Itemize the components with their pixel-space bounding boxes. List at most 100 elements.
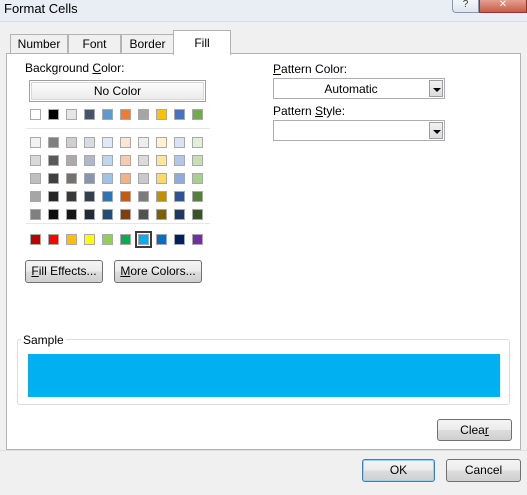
color-swatch[interactable] bbox=[174, 109, 185, 120]
color-swatch[interactable] bbox=[84, 137, 95, 148]
color-swatch[interactable] bbox=[48, 137, 59, 148]
color-swatch[interactable] bbox=[192, 234, 203, 245]
no-color-button[interactable]: No Color bbox=[29, 80, 206, 102]
color-swatch[interactable] bbox=[120, 173, 131, 184]
color-swatch[interactable] bbox=[120, 109, 131, 120]
color-swatch[interactable] bbox=[102, 137, 113, 148]
color-swatch[interactable] bbox=[120, 209, 131, 220]
color-swatch[interactable] bbox=[156, 173, 167, 184]
fill-effects-button[interactable]: Fill Effects... bbox=[25, 260, 103, 283]
clear-button[interactable]: Clear bbox=[437, 419, 512, 441]
chevron-down-icon[interactable] bbox=[429, 122, 443, 139]
color-swatch[interactable] bbox=[156, 137, 167, 148]
color-swatch[interactable] bbox=[66, 209, 77, 220]
color-swatch[interactable] bbox=[84, 173, 95, 184]
color-swatch[interactable] bbox=[66, 155, 77, 166]
color-swatch[interactable] bbox=[66, 191, 77, 202]
color-swatch[interactable] bbox=[120, 191, 131, 202]
color-swatch[interactable] bbox=[156, 191, 167, 202]
color-swatch[interactable] bbox=[48, 209, 59, 220]
color-swatch[interactable] bbox=[84, 191, 95, 202]
color-swatch[interactable] bbox=[30, 173, 41, 184]
color-swatch[interactable] bbox=[66, 173, 77, 184]
footer-divider bbox=[0, 450, 527, 451]
background-color-label: Background Color: bbox=[25, 61, 125, 75]
color-swatch[interactable] bbox=[174, 234, 185, 245]
color-swatch[interactable] bbox=[156, 234, 167, 245]
tab-number-label: Number bbox=[17, 37, 61, 51]
color-swatch[interactable] bbox=[102, 191, 113, 202]
color-swatch[interactable] bbox=[120, 234, 131, 245]
color-swatch[interactable] bbox=[48, 109, 59, 120]
tab-fill-label: Fill bbox=[194, 36, 210, 50]
color-swatch[interactable] bbox=[84, 155, 95, 166]
color-swatch[interactable] bbox=[138, 137, 149, 148]
color-swatch[interactable] bbox=[192, 155, 203, 166]
color-swatch[interactable] bbox=[138, 155, 149, 166]
color-swatch[interactable] bbox=[120, 155, 131, 166]
close-icon: ✕ bbox=[498, 0, 508, 10]
color-swatch[interactable] bbox=[30, 137, 41, 148]
color-swatch[interactable] bbox=[84, 109, 95, 120]
color-swatch[interactable] bbox=[30, 234, 41, 245]
help-button[interactable]: ? bbox=[452, 0, 479, 13]
color-swatch[interactable] bbox=[174, 191, 185, 202]
color-swatch[interactable] bbox=[48, 191, 59, 202]
window-title: Format Cells bbox=[4, 1, 78, 16]
color-swatch[interactable] bbox=[48, 173, 59, 184]
color-swatch[interactable] bbox=[102, 209, 113, 220]
pattern-style-label: Pattern Style: bbox=[273, 104, 346, 118]
palette-separator bbox=[26, 128, 210, 129]
color-swatch[interactable] bbox=[102, 109, 113, 120]
color-swatch[interactable] bbox=[174, 209, 185, 220]
color-swatch[interactable] bbox=[84, 209, 95, 220]
color-swatch[interactable] bbox=[192, 137, 203, 148]
color-swatch[interactable] bbox=[174, 137, 185, 148]
color-swatch[interactable] bbox=[66, 109, 77, 120]
chevron-down-icon[interactable] bbox=[429, 80, 443, 97]
close-button[interactable]: ✕ bbox=[479, 0, 527, 13]
color-swatch[interactable] bbox=[192, 209, 203, 220]
color-swatch[interactable] bbox=[102, 234, 113, 245]
color-swatch[interactable] bbox=[156, 209, 167, 220]
color-swatch[interactable] bbox=[174, 173, 185, 184]
color-swatch[interactable] bbox=[66, 234, 77, 245]
color-swatch[interactable] bbox=[48, 234, 59, 245]
color-swatch[interactable] bbox=[66, 137, 77, 148]
pattern-color-label: Pattern Color: bbox=[273, 62, 348, 76]
color-swatch[interactable] bbox=[48, 155, 59, 166]
palette-separator bbox=[26, 223, 210, 224]
tab-border[interactable]: Border bbox=[121, 34, 174, 54]
no-color-label: No Color bbox=[31, 82, 204, 100]
color-swatch[interactable] bbox=[135, 231, 152, 248]
tab-font-label: Font bbox=[82, 37, 107, 51]
cancel-button[interactable]: Cancel bbox=[446, 459, 521, 482]
color-swatch[interactable] bbox=[84, 234, 95, 245]
color-swatch[interactable] bbox=[30, 109, 41, 120]
color-swatch[interactable] bbox=[102, 173, 113, 184]
more-colors-button[interactable]: More Colors... bbox=[114, 260, 202, 283]
color-swatch[interactable] bbox=[30, 155, 41, 166]
color-swatch[interactable] bbox=[156, 155, 167, 166]
pattern-color-dropdown[interactable]: Automatic bbox=[273, 78, 445, 99]
tab-fill[interactable]: Fill bbox=[173, 30, 231, 55]
color-swatch[interactable] bbox=[138, 173, 149, 184]
color-swatch[interactable] bbox=[156, 109, 167, 120]
color-swatch[interactable] bbox=[30, 209, 41, 220]
pattern-style-dropdown[interactable] bbox=[273, 120, 445, 141]
tab-font[interactable]: Font bbox=[68, 34, 121, 54]
sample-preview bbox=[28, 354, 500, 397]
tab-number[interactable]: Number bbox=[10, 34, 68, 54]
color-swatch[interactable] bbox=[138, 191, 149, 202]
color-swatch[interactable] bbox=[102, 155, 113, 166]
color-swatch[interactable] bbox=[138, 109, 149, 120]
ok-button[interactable]: OK bbox=[362, 459, 435, 482]
color-swatch[interactable] bbox=[30, 191, 41, 202]
color-swatch[interactable] bbox=[138, 209, 149, 220]
color-swatch[interactable] bbox=[120, 137, 131, 148]
color-swatch[interactable] bbox=[174, 155, 185, 166]
help-icon: ? bbox=[462, 0, 469, 10]
color-swatch[interactable] bbox=[192, 191, 203, 202]
color-swatch[interactable] bbox=[192, 173, 203, 184]
color-swatch[interactable] bbox=[192, 109, 203, 120]
